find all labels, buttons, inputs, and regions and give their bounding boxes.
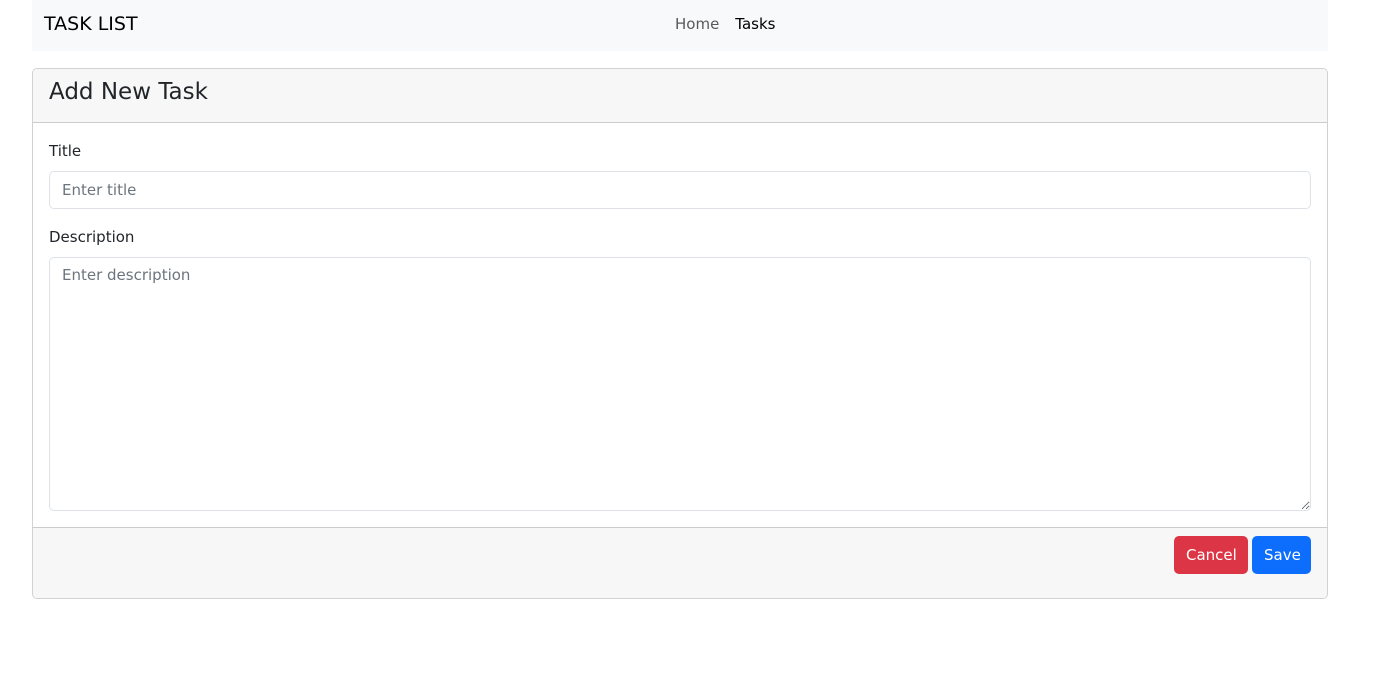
nav-link-home[interactable]: Home	[675, 14, 719, 34]
brand-link[interactable]: TASK LIST	[44, 12, 138, 36]
nav-link-tasks[interactable]: Tasks	[735, 14, 775, 34]
description-label: Description	[49, 228, 135, 246]
card-header: Add New Task	[33, 69, 1327, 123]
title-label: Title	[49, 142, 82, 160]
description-textarea[interactable]	[49, 257, 1311, 511]
title-input[interactable]	[49, 171, 1311, 209]
navbar: TASK LIST Home Tasks	[32, 0, 1328, 51]
page-title: Add New Task	[49, 79, 208, 105]
nav-links: Home Tasks	[675, 14, 776, 34]
cancel-button[interactable]: Cancel	[1174, 536, 1248, 574]
save-button[interactable]: Save	[1252, 536, 1311, 574]
card-footer: Cancel Save	[33, 527, 1327, 598]
add-task-card: Add New Task Title Description Cancel Sa…	[32, 68, 1328, 599]
